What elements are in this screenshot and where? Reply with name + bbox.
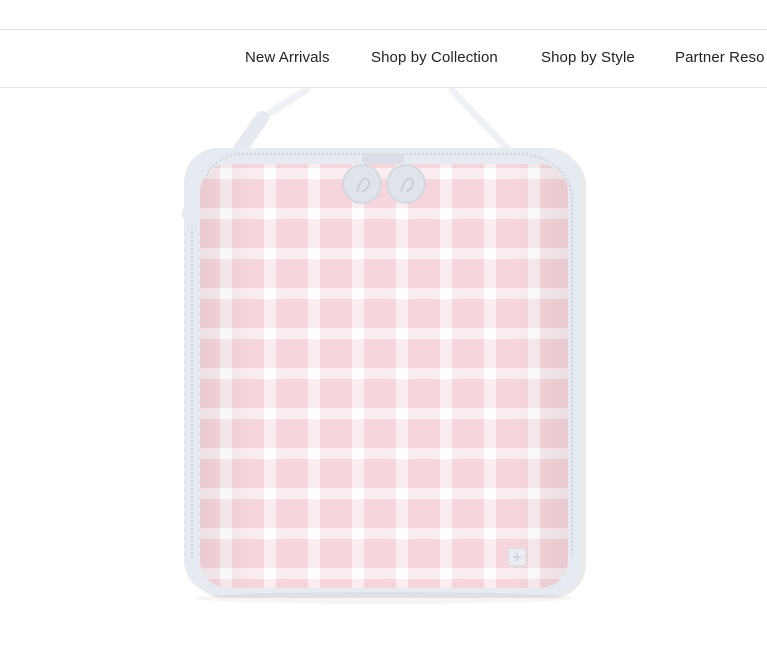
main-navigation: New Arrivals Shop by Collection Shop by … [0, 30, 767, 88]
product-image-area [0, 88, 767, 667]
bag-strap [258, 88, 310, 122]
zipper-pull-left [342, 164, 382, 204]
nav-item-partner-resources[interactable]: Partner Reso [675, 49, 765, 66]
top-utility-bar [0, 0, 767, 30]
lunch-bag-image [181, 88, 586, 604]
nav-item-shop-by-collection[interactable]: Shop by Collection [371, 49, 498, 66]
zipper-pull-right [386, 164, 426, 204]
nav-item-shop-by-style[interactable]: Shop by Style [541, 49, 635, 66]
nav-item-new-arrivals[interactable]: New Arrivals [245, 49, 330, 66]
